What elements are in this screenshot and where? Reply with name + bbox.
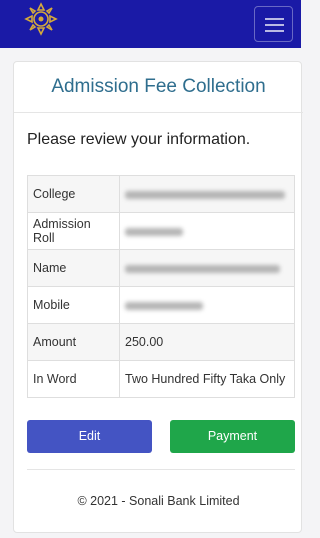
college-value (119, 175, 295, 213)
footer-copyright: © 2021 - Sonali Bank Limited (77, 494, 240, 508)
mobile-label: Mobile (27, 286, 120, 324)
page-title: Admission Fee Collection (51, 76, 266, 97)
edit-button[interactable]: Edit (27, 420, 152, 453)
name-value (119, 249, 295, 287)
divider (27, 469, 295, 470)
name-label: Name (27, 249, 120, 287)
admission-roll-label: Admission Roll (27, 212, 120, 250)
table-row: College (27, 175, 295, 213)
amount-value: 250.00 (119, 323, 295, 361)
table-row: Amount 250.00 (27, 323, 295, 361)
college-label: College (27, 175, 120, 213)
info-table: College Admission Roll Name Mobile Amoun… (27, 175, 295, 398)
hamburger-menu-icon[interactable] (254, 6, 293, 42)
table-row: Mobile (27, 286, 295, 324)
navbar (0, 0, 301, 48)
table-row: In Word Two Hundred Fifty Taka Only (27, 360, 295, 398)
amount-label: Amount (27, 323, 120, 361)
bank-emblem-icon[interactable] (24, 2, 58, 36)
mobile-value (119, 286, 295, 324)
admission-roll-value (119, 212, 295, 250)
table-row: Name (27, 249, 295, 287)
review-heading: Please review your information. (27, 131, 251, 148)
table-row: Admission Roll (27, 212, 295, 250)
divider (14, 112, 303, 113)
in-word-label: In Word (27, 360, 120, 398)
in-word-value: Two Hundred Fifty Taka Only (119, 360, 295, 398)
fee-card: Admission Fee Collection Please review y… (13, 61, 303, 533)
payment-button[interactable]: Payment (170, 420, 295, 453)
